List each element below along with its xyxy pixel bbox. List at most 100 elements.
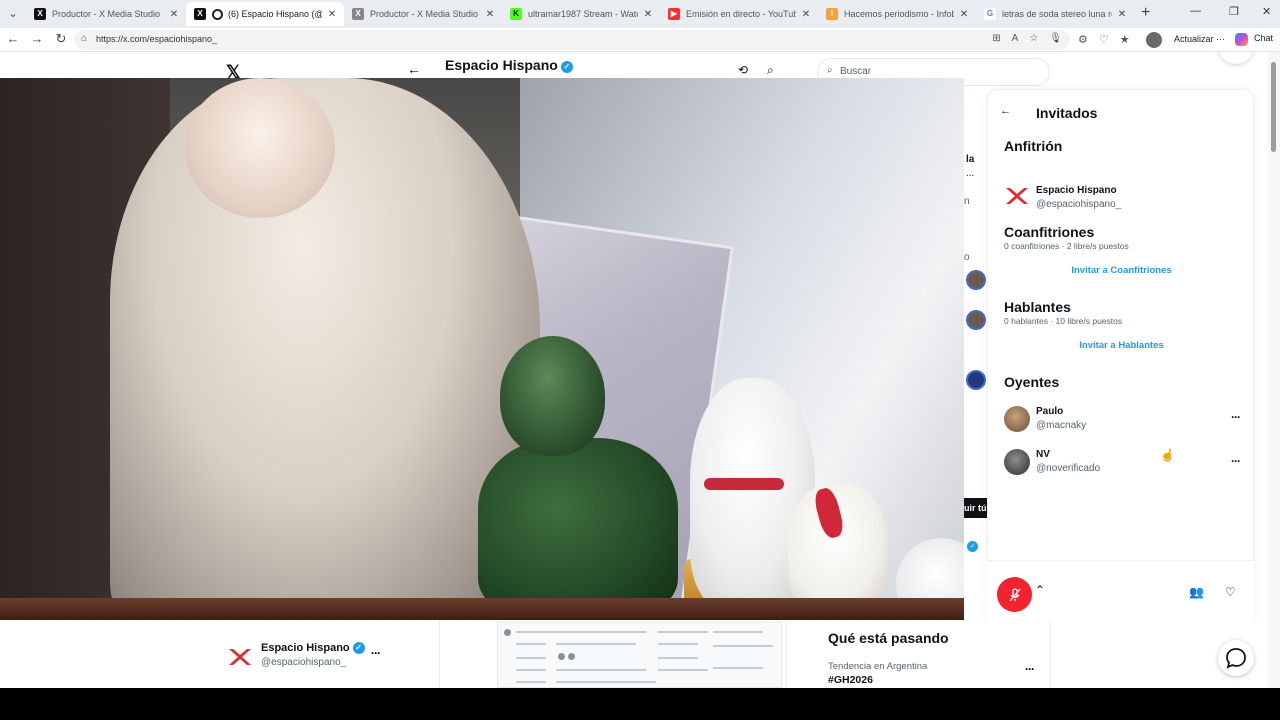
avatar[interactable] xyxy=(966,270,986,290)
avatar[interactable] xyxy=(1004,406,1030,432)
tab-title: Productor - X Media Studio xyxy=(52,9,161,19)
tab-google-search[interactable]: G letras de soda stereo luna roja - B ✕ xyxy=(976,2,1134,26)
verified-badge-icon: ✓ xyxy=(967,541,978,552)
cohosts-section-title: Coanfitriones xyxy=(1004,224,1095,240)
card-profile-handle: @espaciohispano_ xyxy=(261,657,347,668)
tab-title: Productor - X Media Studio xyxy=(370,9,479,19)
close-icon[interactable]: ✕ xyxy=(168,9,180,20)
profile-avatar[interactable] xyxy=(1146,32,1162,48)
chevron-up-icon[interactable]: ⌃ xyxy=(1035,583,1045,597)
read-aloud-icon[interactable]: A xyxy=(1012,33,1019,44)
avatar[interactable] xyxy=(966,310,986,330)
app-available-icon[interactable]: ⊞ xyxy=(992,33,1000,44)
close-icon[interactable]: ✕ xyxy=(484,9,496,20)
card-profile-name[interactable]: Espacio Hispano ✓ xyxy=(261,642,365,654)
close-icon[interactable]: ✕ xyxy=(800,9,812,20)
search-icon: ⌕ xyxy=(827,65,833,76)
listener-name[interactable]: NV xyxy=(1036,449,1050,460)
tab-infobae[interactable]: i Hacemos periodismo - Infobae ✕ xyxy=(818,2,976,26)
more-options-icon[interactable]: ··· xyxy=(1231,454,1241,468)
invite-cohosts-button[interactable]: Invitar a Coanfitriones xyxy=(988,265,1255,276)
reaction-heart-icon[interactable]: ♡ xyxy=(1225,585,1236,599)
url-text[interactable]: https://x.com/espaciohispano_ xyxy=(96,34,217,44)
verified-badge-icon: ✓ xyxy=(352,642,365,654)
update-button[interactable]: Actualizar ··· xyxy=(1174,34,1225,44)
message-bubble-icon xyxy=(1226,648,1246,669)
trend-hashtag[interactable]: #GH2026 xyxy=(828,674,873,686)
new-tab-button[interactable]: + xyxy=(1141,4,1150,22)
thumb-line xyxy=(516,681,546,683)
trends-title: Qué está pasando xyxy=(828,630,949,646)
avatar[interactable] xyxy=(966,370,986,390)
mouse-cursor-icon: ☝ xyxy=(1160,448,1175,462)
profile-name-text: Espacio Hispano xyxy=(445,57,558,73)
close-icon[interactable]: ✕ xyxy=(326,9,338,20)
tab-title: (6) Espacio Hispano (@espacio xyxy=(228,9,322,19)
space-controls: ⌃ 👥 ♡ xyxy=(987,560,1254,628)
thumb-line xyxy=(556,681,656,683)
card-name-text: Espacio Hispano xyxy=(261,642,350,654)
divider xyxy=(786,620,787,688)
more-options-icon[interactable]: ··· xyxy=(1231,410,1241,424)
restore-icon[interactable]: ❐ xyxy=(1229,5,1239,18)
back-arrow-icon[interactable]: ← xyxy=(1000,105,1011,117)
address-bar[interactable]: ⌂ https://x.com/espaciohispano_ ⊞ A ☆ 🎙 xyxy=(74,30,1070,50)
messages-button[interactable] xyxy=(1218,640,1254,676)
back-arrow-icon[interactable]: ← xyxy=(407,61,421,77)
avatar[interactable] xyxy=(1004,449,1030,475)
tab-espacio-hispano[interactable]: X (6) Espacio Hispano (@espacio ✕ xyxy=(186,2,344,26)
tab-productor-1[interactable]: X Productor - X Media Studio ✕ xyxy=(26,2,186,26)
address-bar-actions: ⊞ A ☆ 🎙 xyxy=(992,33,1062,44)
video-alien-figure xyxy=(478,438,678,613)
browser-essentials-icon[interactable]: ♡ xyxy=(1099,33,1109,46)
host-handle: @espaciohispano_ xyxy=(1036,199,1122,210)
profile-name: Espacio Hispano ✓ xyxy=(445,57,573,73)
refresh-icon[interactable]: ↻ xyxy=(52,31,70,47)
listener-name[interactable]: Paulo xyxy=(1036,406,1063,417)
scrollbar-thumb[interactable] xyxy=(1271,62,1276,152)
microphone-icon[interactable]: 🎙 xyxy=(1049,33,1062,44)
search-icon[interactable]: ⌕ xyxy=(767,63,774,78)
peek-text: la xyxy=(966,154,975,165)
floating-button-top[interactable] xyxy=(1218,52,1254,64)
cohosts-subtitle: 0 coanfitriones · 2 libre/s puestos xyxy=(1004,241,1129,251)
tab-kick-stream[interactable]: K ultramar1987 Stream - Watch Live ✕ xyxy=(502,2,660,26)
close-icon[interactable]: ✕ xyxy=(1116,9,1128,20)
favorite-star-icon[interactable]: ☆ xyxy=(1029,33,1038,44)
close-icon[interactable]: ✕ xyxy=(642,9,654,20)
more-options-icon[interactable]: ··· xyxy=(371,646,381,660)
close-window-icon[interactable]: ✕ xyxy=(1262,5,1271,18)
media-thumbnail[interactable] xyxy=(497,622,782,688)
tab-youtube-studio[interactable]: ▶ Emisión en directo - YouTube Stu ✕ xyxy=(660,2,818,26)
page-scrollbar[interactable] xyxy=(1268,52,1280,688)
tab-productor-2[interactable]: X Productor - X Media Studio ✕ xyxy=(344,2,502,26)
site-info-icon[interactable]: ⌂ xyxy=(81,33,87,44)
people-icon[interactable]: 👥 xyxy=(1189,585,1204,599)
thumb-dot xyxy=(558,653,565,660)
invite-speakers-button[interactable]: Invitar a Hablantes xyxy=(988,340,1255,351)
video-cat-collar xyxy=(704,478,784,490)
tab-title: Emisión en directo - YouTube Stu xyxy=(686,9,796,19)
close-icon[interactable]: ✕ xyxy=(958,9,970,20)
video-skull xyxy=(788,483,888,613)
tab-title: Hacemos periodismo - Infobae xyxy=(844,9,954,19)
verified-badge-icon: ✓ xyxy=(560,61,573,73)
minimize-icon[interactable]: — xyxy=(1190,5,1201,17)
back-icon[interactable]: ← xyxy=(4,31,22,46)
extensions-icon[interactable]: ⚙ xyxy=(1078,33,1088,46)
taskbar-area xyxy=(0,688,1280,720)
camera-video[interactable] xyxy=(0,78,964,620)
tab-actions-menu-icon[interactable]: ⌄ xyxy=(4,6,22,22)
favorites-icon[interactable]: ★ xyxy=(1120,33,1130,46)
listeners-section-title: Oyentes xyxy=(1004,374,1060,390)
browser-window: ⌄ X Productor - X Media Studio ✕ X (6) E… xyxy=(0,0,1280,688)
video-shelf xyxy=(0,598,964,620)
host-name[interactable]: Espacio Hispano xyxy=(1036,185,1117,196)
grok-icon[interactable]: ⟲ xyxy=(738,63,748,77)
thumb-line xyxy=(713,631,763,633)
forward-icon[interactable]: → xyxy=(28,31,46,46)
more-options-icon[interactable]: ··· xyxy=(1025,662,1035,676)
copilot-chat-button[interactable]: Chat xyxy=(1236,33,1273,43)
youtube-logo-icon: ▶ xyxy=(668,8,680,20)
mic-muted-button[interactable] xyxy=(997,577,1032,612)
